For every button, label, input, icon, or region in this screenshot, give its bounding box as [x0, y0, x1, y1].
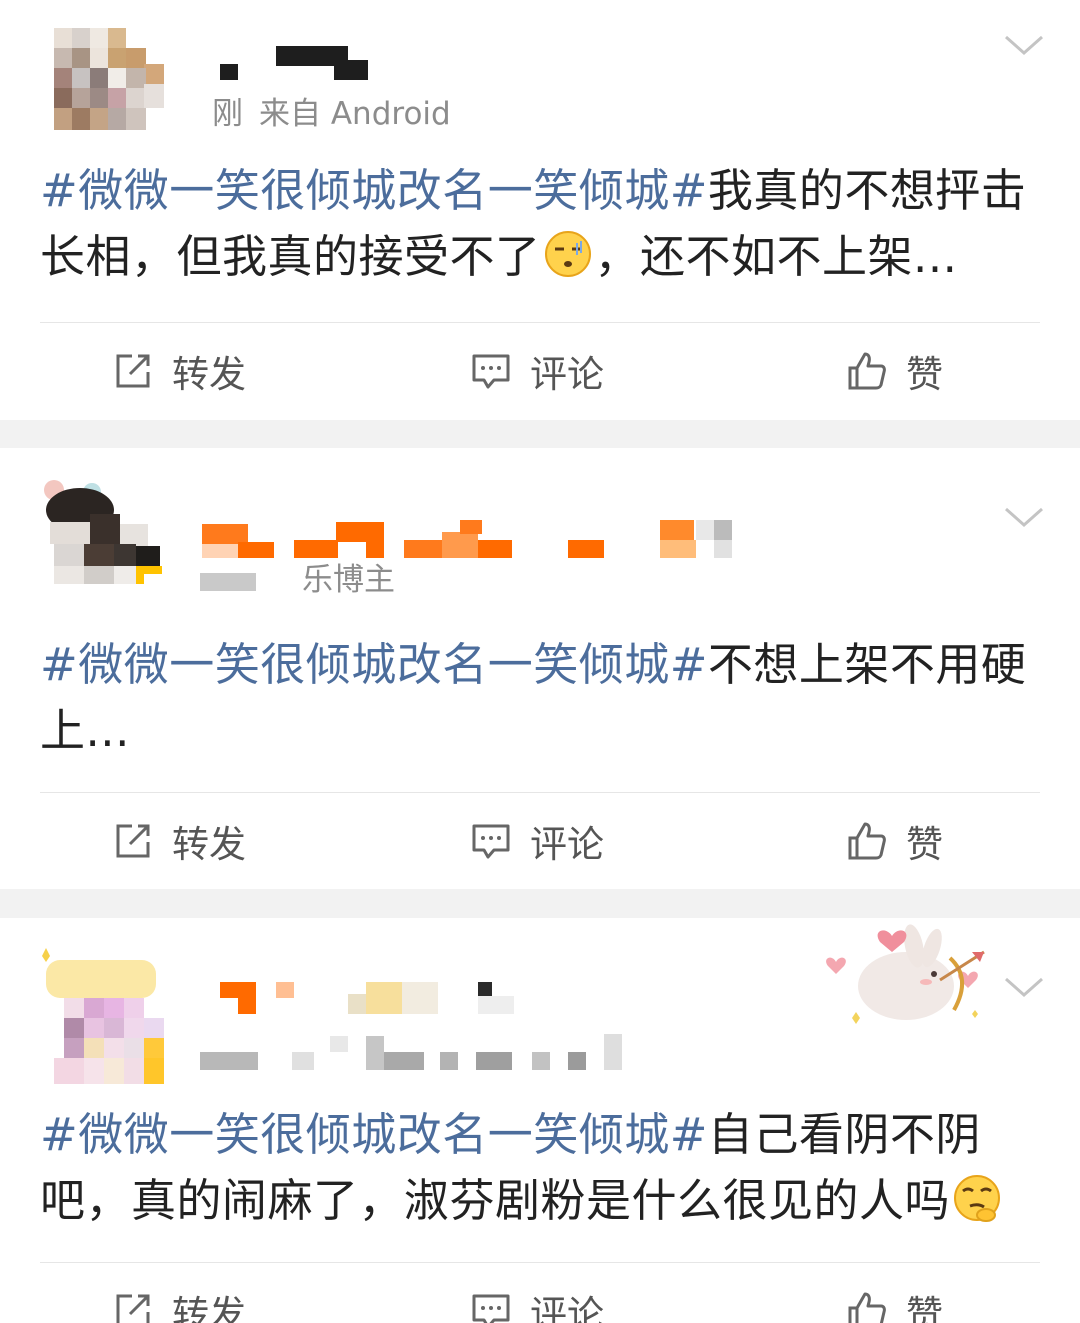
chevron-down-icon[interactable]: [1002, 504, 1046, 530]
thinking-eyeroll-emoji-icon: [954, 1175, 1001, 1222]
repost-button[interactable]: 转发: [112, 791, 246, 889]
like-button[interactable]: 赞: [846, 791, 943, 889]
like-button[interactable]: 赞: [846, 1261, 943, 1323]
post-text: #微微一笑很倾城改名一笑倾城#自己看阴不阴吧，真的闹麻了，淑芬剧粉是什么很见的人…: [40, 1102, 1036, 1234]
share-box-icon: [116, 824, 150, 858]
comment-bubble-icon: [472, 354, 510, 389]
repost-label: 转发: [172, 823, 246, 866]
feed-card: 刚来自 Android #微微一笑很倾城改名一笑倾城#我真的不想抨击长相，但我真…: [0, 0, 1080, 420]
like-label: 赞: [906, 823, 943, 866]
comment-button[interactable]: 评论: [470, 791, 604, 889]
repost-label: 转发: [172, 1293, 246, 1323]
share-box-icon: [116, 354, 150, 388]
bunny-cupid-sticker-icon: [826, 924, 985, 1024]
like-button[interactable]: 赞: [846, 321, 943, 420]
username-redacted[interactable]: [200, 34, 760, 94]
post-time: 刚: [212, 96, 243, 132]
avatar[interactable]: [40, 474, 166, 586]
post-meta: 乐博主: [200, 558, 395, 602]
action-bar: 转发 评论 赞: [0, 321, 1080, 420]
comment-label: 评论: [530, 1293, 604, 1323]
like-label: 赞: [906, 353, 943, 396]
chevron-down-icon[interactable]: [1002, 32, 1046, 58]
repost-label: 转发: [172, 353, 246, 396]
mosaic-avatar-icon: [44, 480, 162, 584]
mosaic-avatar-icon: [42, 948, 164, 1084]
post-text: #微微一笑很倾城改名一笑倾城#我真的不想抨击长相，但我真的接受不了 ，还不如不上架…: [40, 158, 1036, 290]
chevron-down-icon[interactable]: [1002, 974, 1046, 1000]
comment-label: 评论: [530, 823, 604, 866]
topic-link[interactable]: #微微一笑很倾城改名一笑倾城#: [40, 638, 708, 691]
thumbs-up-icon: [848, 352, 886, 390]
action-bar: 转发 评论 赞: [0, 1261, 1080, 1323]
feed-card: 乐博主 #微微一笑很倾城改名一笑倾城#不想上架不用硬上... 转发 评论 赞: [0, 448, 1080, 889]
repost-button[interactable]: 转发: [112, 1261, 246, 1323]
meta-redacted: [200, 572, 256, 591]
comment-label: 评论: [530, 353, 604, 396]
like-label: 赞: [906, 1293, 943, 1323]
comment-button[interactable]: 评论: [470, 321, 604, 420]
comment-bubble-icon: [472, 824, 510, 859]
topic-link[interactable]: #微微一笑很倾城改名一笑倾城#: [40, 164, 708, 217]
account-label: 乐博主: [302, 562, 395, 598]
avatar[interactable]: [40, 942, 166, 1084]
repost-button[interactable]: 转发: [112, 321, 246, 420]
username-redacted[interactable]: [200, 976, 760, 1070]
post-source: 来自 Android: [259, 96, 451, 132]
post-body-tail: ，还不如不上架...: [594, 230, 958, 283]
action-bar: 转发 评论 赞: [0, 791, 1080, 889]
avatar[interactable]: [40, 20, 166, 132]
topic-link[interactable]: #微微一笑很倾城改名一笑倾城#: [40, 1108, 708, 1161]
comment-bubble-icon: [472, 1294, 510, 1323]
share-box-icon: [116, 1294, 150, 1323]
post-text: #微微一笑很倾城改名一笑倾城#不想上架不用硬上...: [40, 632, 1036, 764]
comment-button[interactable]: 评论: [470, 1261, 604, 1323]
sleepy-smirk-emoji-icon: [544, 231, 591, 277]
mosaic-avatar-icon: [54, 28, 164, 130]
thumbs-up-icon: [848, 822, 886, 860]
feed-card: #微微一笑很倾城改名一笑倾城#自己看阴不阴吧，真的闹麻了，淑芬剧粉是什么很见的人…: [0, 918, 1080, 1323]
post-meta: 刚来自 Android: [200, 92, 451, 136]
thumbs-up-icon: [848, 1292, 886, 1323]
